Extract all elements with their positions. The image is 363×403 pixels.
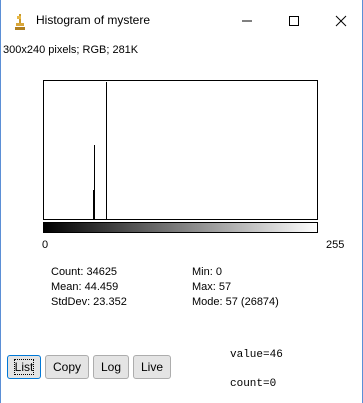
close-button[interactable] <box>319 0 363 41</box>
live-button-label: Live <box>140 360 163 374</box>
x-axis-max-label: 255 <box>326 239 345 251</box>
lut-gradient-bar <box>43 222 318 233</box>
imagej-microscope-icon <box>15 14 25 30</box>
maximize-button[interactable] <box>272 0 316 41</box>
stat-mode: Mode: 57 (26874) <box>192 296 279 308</box>
window-title: Histogram of mystere <box>36 13 151 27</box>
close-icon <box>335 15 347 26</box>
x-axis-min-label: 0 <box>42 239 49 251</box>
log-button[interactable]: Log <box>93 355 129 379</box>
log-button-label: Log <box>100 360 122 374</box>
title-bar[interactable]: Histogram of mystere <box>1 0 362 41</box>
stat-max: Max: 57 <box>192 281 232 293</box>
stat-count: Count: 34625 <box>51 266 118 278</box>
minimize-button[interactable] <box>225 0 269 41</box>
stat-min: Min: 0 <box>192 266 222 278</box>
histogram-chart <box>45 82 107 220</box>
count-readout: count=0 <box>230 378 277 390</box>
copy-button[interactable]: Copy <box>45 355 89 379</box>
stat-mean: Mean: 44.459 <box>51 281 119 293</box>
list-button[interactable]: List <box>7 355 41 379</box>
histogram-plot[interactable] <box>43 80 318 220</box>
live-button[interactable]: Live <box>133 355 171 379</box>
list-button-label: List <box>13 359 35 375</box>
copy-button-label: Copy <box>52 360 81 374</box>
minimize-icon <box>242 20 252 21</box>
histogram-window: Histogram of mystere 300x240 pixels; RGB… <box>0 0 363 403</box>
image-info: 300x240 pixels; RGB; 281K <box>3 44 139 56</box>
value-readout: value=46 <box>230 349 283 361</box>
maximize-icon <box>289 15 299 26</box>
stat-stddev: StdDev: 23.352 <box>51 296 127 308</box>
